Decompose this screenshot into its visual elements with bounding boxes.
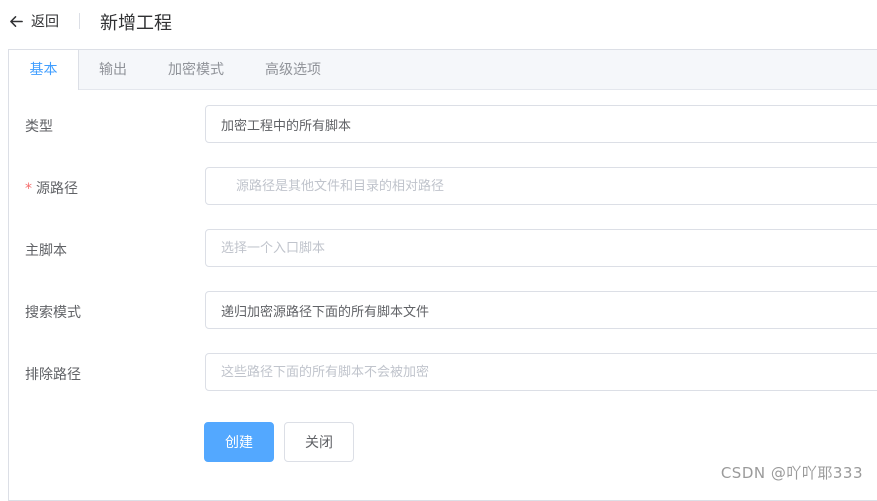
exclude-path-input[interactable] [205,353,877,391]
required-mark: * [25,181,32,197]
source-path-label: *源路径 [25,178,78,198]
type-select[interactable] [205,105,877,143]
create-button[interactable]: 创建 [204,422,274,462]
source-path-label-text: 源路径 [36,181,78,197]
page-title: 新增工程 [100,9,172,35]
header-divider [79,13,80,29]
main-script-label: 主脚本 [25,240,67,260]
tab-basic[interactable]: 基本 [9,50,79,90]
watermark: CSDN @吖吖耶333 [721,462,863,483]
tab-advanced-options[interactable]: 高级选项 [256,50,330,89]
search-mode-select[interactable] [205,291,877,329]
source-path-input[interactable] [205,167,877,205]
tab-bar: 基本 输出 加密模式 高级选项 [9,50,877,90]
back-label: 返回 [31,11,59,31]
close-button[interactable]: 关闭 [284,422,354,462]
main-script-select[interactable] [205,229,877,267]
search-mode-label: 搜索模式 [25,302,81,322]
tab-encryption-mode[interactable]: 加密模式 [159,50,233,89]
arrow-left-icon [9,14,24,29]
tab-output[interactable]: 输出 [87,50,139,89]
exclude-path-label: 排除路径 [25,364,81,384]
back-button[interactable]: 返回 [9,11,59,31]
type-label: 类型 [25,116,53,136]
project-form-card: 基本 输出 加密模式 高级选项 类型 *源路径 主脚本 搜索模式 排除路径 创建… [8,49,877,501]
top-bar: 返回 新增工程 [0,0,877,42]
